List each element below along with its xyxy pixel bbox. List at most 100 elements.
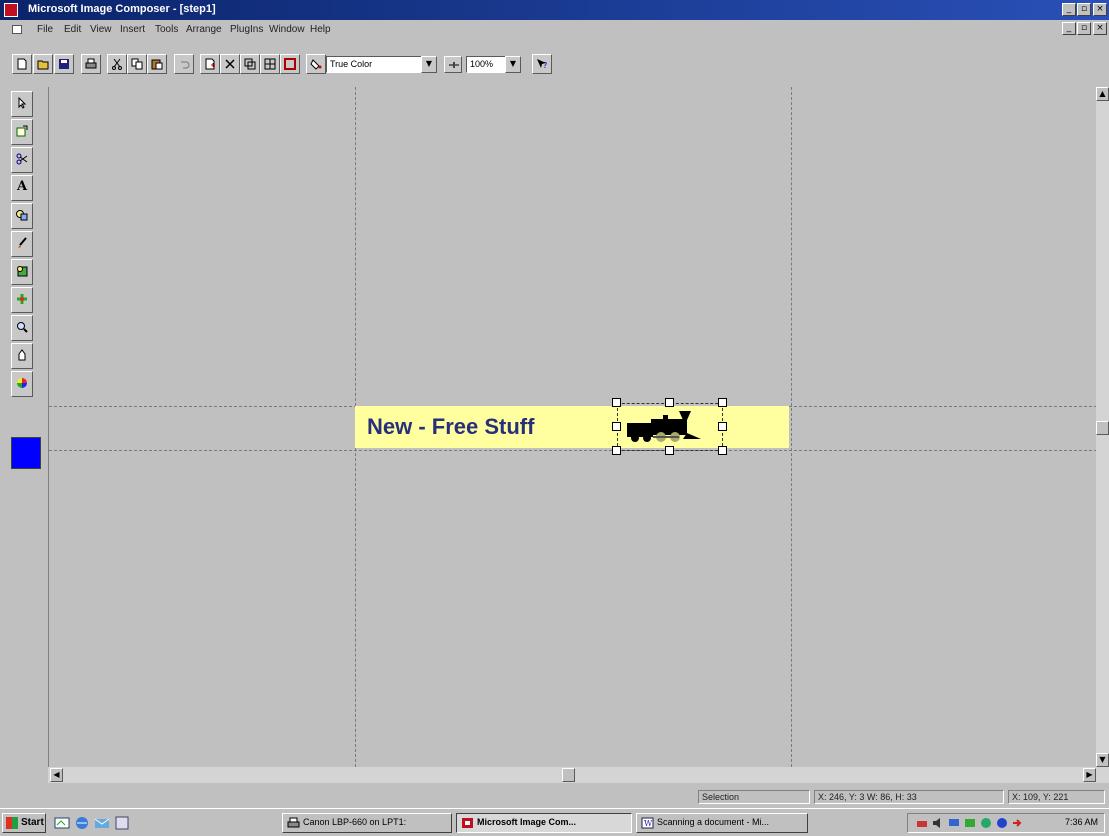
rotate-handle-s[interactable] [665, 446, 674, 455]
vertical-scrollbar[interactable]: ▲ ▼ [1096, 87, 1109, 767]
scroll-up-button[interactable]: ▲ [1096, 87, 1109, 101]
pan-icon [18, 349, 26, 361]
resize-handle-n[interactable] [665, 398, 674, 407]
horizontal-scroll-thumb[interactable] [562, 768, 575, 782]
delete-button[interactable] [220, 54, 240, 74]
color-tuning-tool[interactable] [11, 371, 33, 397]
menu-window[interactable]: Window [269, 24, 305, 35]
task-printer[interactable]: Canon LBP-660 on LPT1: [282, 813, 452, 833]
tray-scheduler-icon[interactable] [964, 817, 976, 829]
copy-button[interactable] [127, 54, 147, 74]
tray-printer-icon[interactable] [916, 817, 928, 829]
task-image-composer-label: Microsoft Image Com... [477, 817, 577, 827]
arrange-tool[interactable] [11, 119, 33, 145]
flatten-button[interactable] [280, 54, 300, 74]
paste-button[interactable] [147, 54, 167, 74]
texture-tool[interactable] [11, 287, 33, 313]
help-icon: ? [537, 59, 547, 70]
word-document-icon: W [641, 817, 654, 829]
cutout-tool[interactable] [11, 147, 33, 173]
resize-handle-w[interactable] [612, 422, 621, 431]
task-word-document[interactable]: W Scanning a document - Mi... [636, 813, 808, 833]
current-color-swatch[interactable] [11, 437, 41, 469]
app-icon[interactable] [4, 3, 18, 17]
zoom-slider-icon [449, 62, 459, 68]
paint-icon [18, 237, 27, 248]
clock[interactable]: 7:36 AM [1065, 817, 1098, 827]
tray-network-icon[interactable] [948, 817, 960, 829]
duplicate-button[interactable] [240, 54, 260, 74]
undo-button[interactable] [174, 54, 194, 74]
arrange-icon [16, 125, 28, 137]
resize-handle-ne[interactable] [718, 398, 727, 407]
task-image-composer[interactable]: Microsoft Image Com... [456, 813, 632, 833]
composition-guide-bottom [49, 450, 1097, 451]
toolbox: A [9, 91, 43, 471]
menu-edit[interactable]: Edit [64, 24, 81, 35]
minimize-button[interactable]: _ [1062, 3, 1076, 16]
tray-volume-icon[interactable] [932, 817, 944, 829]
maximize-button[interactable]: ▫ [1077, 3, 1091, 16]
tray-update-icon[interactable] [1012, 817, 1024, 829]
show-desktop-icon[interactable] [54, 816, 70, 830]
horizontal-scrollbar[interactable]: ◀ ▶ [48, 767, 1109, 783]
start-label: Start [21, 817, 44, 828]
scroll-right-button[interactable]: ▶ [1083, 768, 1096, 782]
tray-messenger-icon[interactable] [996, 817, 1008, 829]
start-button[interactable]: Start [2, 813, 46, 833]
channels-icon[interactable] [114, 816, 130, 830]
color-format-select[interactable]: True Color [326, 56, 422, 73]
outlook-express-icon[interactable] [94, 816, 110, 830]
image-composer-icon [462, 818, 473, 828]
internet-explorer-icon[interactable] [74, 816, 90, 830]
composition-workspace[interactable]: New - Free Stuff [48, 87, 1097, 767]
resize-handle-e[interactable] [718, 422, 727, 431]
print-button[interactable] [81, 54, 101, 74]
zoom-dropdown-button[interactable]: ▼ [505, 56, 521, 73]
effects-tool[interactable] [11, 259, 33, 285]
menu-arrange[interactable]: Arrange [186, 24, 222, 35]
save-button[interactable] [54, 54, 74, 74]
close-button[interactable]: × [1093, 3, 1107, 16]
shapes-icon [16, 210, 28, 221]
resize-handle-sw[interactable] [612, 446, 621, 455]
menu-view[interactable]: View [90, 24, 112, 35]
cut-button[interactable] [107, 54, 127, 74]
color-format-dropdown-button[interactable]: ▼ [421, 56, 437, 73]
resize-handle-nw[interactable] [612, 398, 621, 407]
resize-handle-se[interactable] [718, 446, 727, 455]
paint-tool[interactable] [11, 231, 33, 257]
doc-minimize-button[interactable]: _ [1062, 22, 1076, 35]
help-button[interactable]: ? [532, 54, 552, 74]
group-button[interactable] [260, 54, 280, 74]
document-icon[interactable] [12, 25, 22, 34]
tray-antivirus-icon[interactable] [980, 817, 992, 829]
color-fill-button[interactable] [306, 54, 326, 74]
doc-close-button[interactable]: × [1093, 22, 1107, 35]
insert-button[interactable] [200, 54, 220, 74]
zoom-tool[interactable] [11, 315, 33, 341]
text-tool[interactable]: A [11, 175, 33, 201]
zoom-out-button[interactable] [444, 56, 462, 73]
vertical-scroll-thumb[interactable] [1096, 421, 1109, 435]
open-button[interactable] [33, 54, 53, 74]
shapes-tool[interactable] [11, 203, 33, 229]
windows-logo-icon [6, 817, 18, 829]
arrow-tool[interactable] [11, 91, 33, 117]
menu-tools[interactable]: Tools [155, 24, 178, 35]
insert-icon [205, 58, 215, 70]
doc-restore-button[interactable]: ▫ [1077, 22, 1091, 35]
scroll-left-button[interactable]: ◀ [50, 768, 63, 782]
menu-help[interactable]: Help [310, 24, 331, 35]
menu-file[interactable]: File [37, 24, 53, 35]
delete-icon [225, 59, 235, 69]
menu-bar: File Edit View Insert Tools Arrange Plug… [0, 21, 1109, 39]
menu-plugins[interactable]: PlugIns [230, 24, 263, 35]
menu-insert[interactable]: Insert [120, 24, 145, 35]
new-button[interactable] [12, 54, 32, 74]
pan-tool[interactable] [11, 343, 33, 369]
status-bar: Selection X: 246, Y: 3 W: 86, H: 33 X: 1… [0, 789, 1109, 805]
scroll-down-button[interactable]: ▼ [1096, 753, 1109, 767]
zoom-input[interactable]: 100% [466, 56, 506, 73]
selection-box[interactable] [617, 403, 723, 451]
